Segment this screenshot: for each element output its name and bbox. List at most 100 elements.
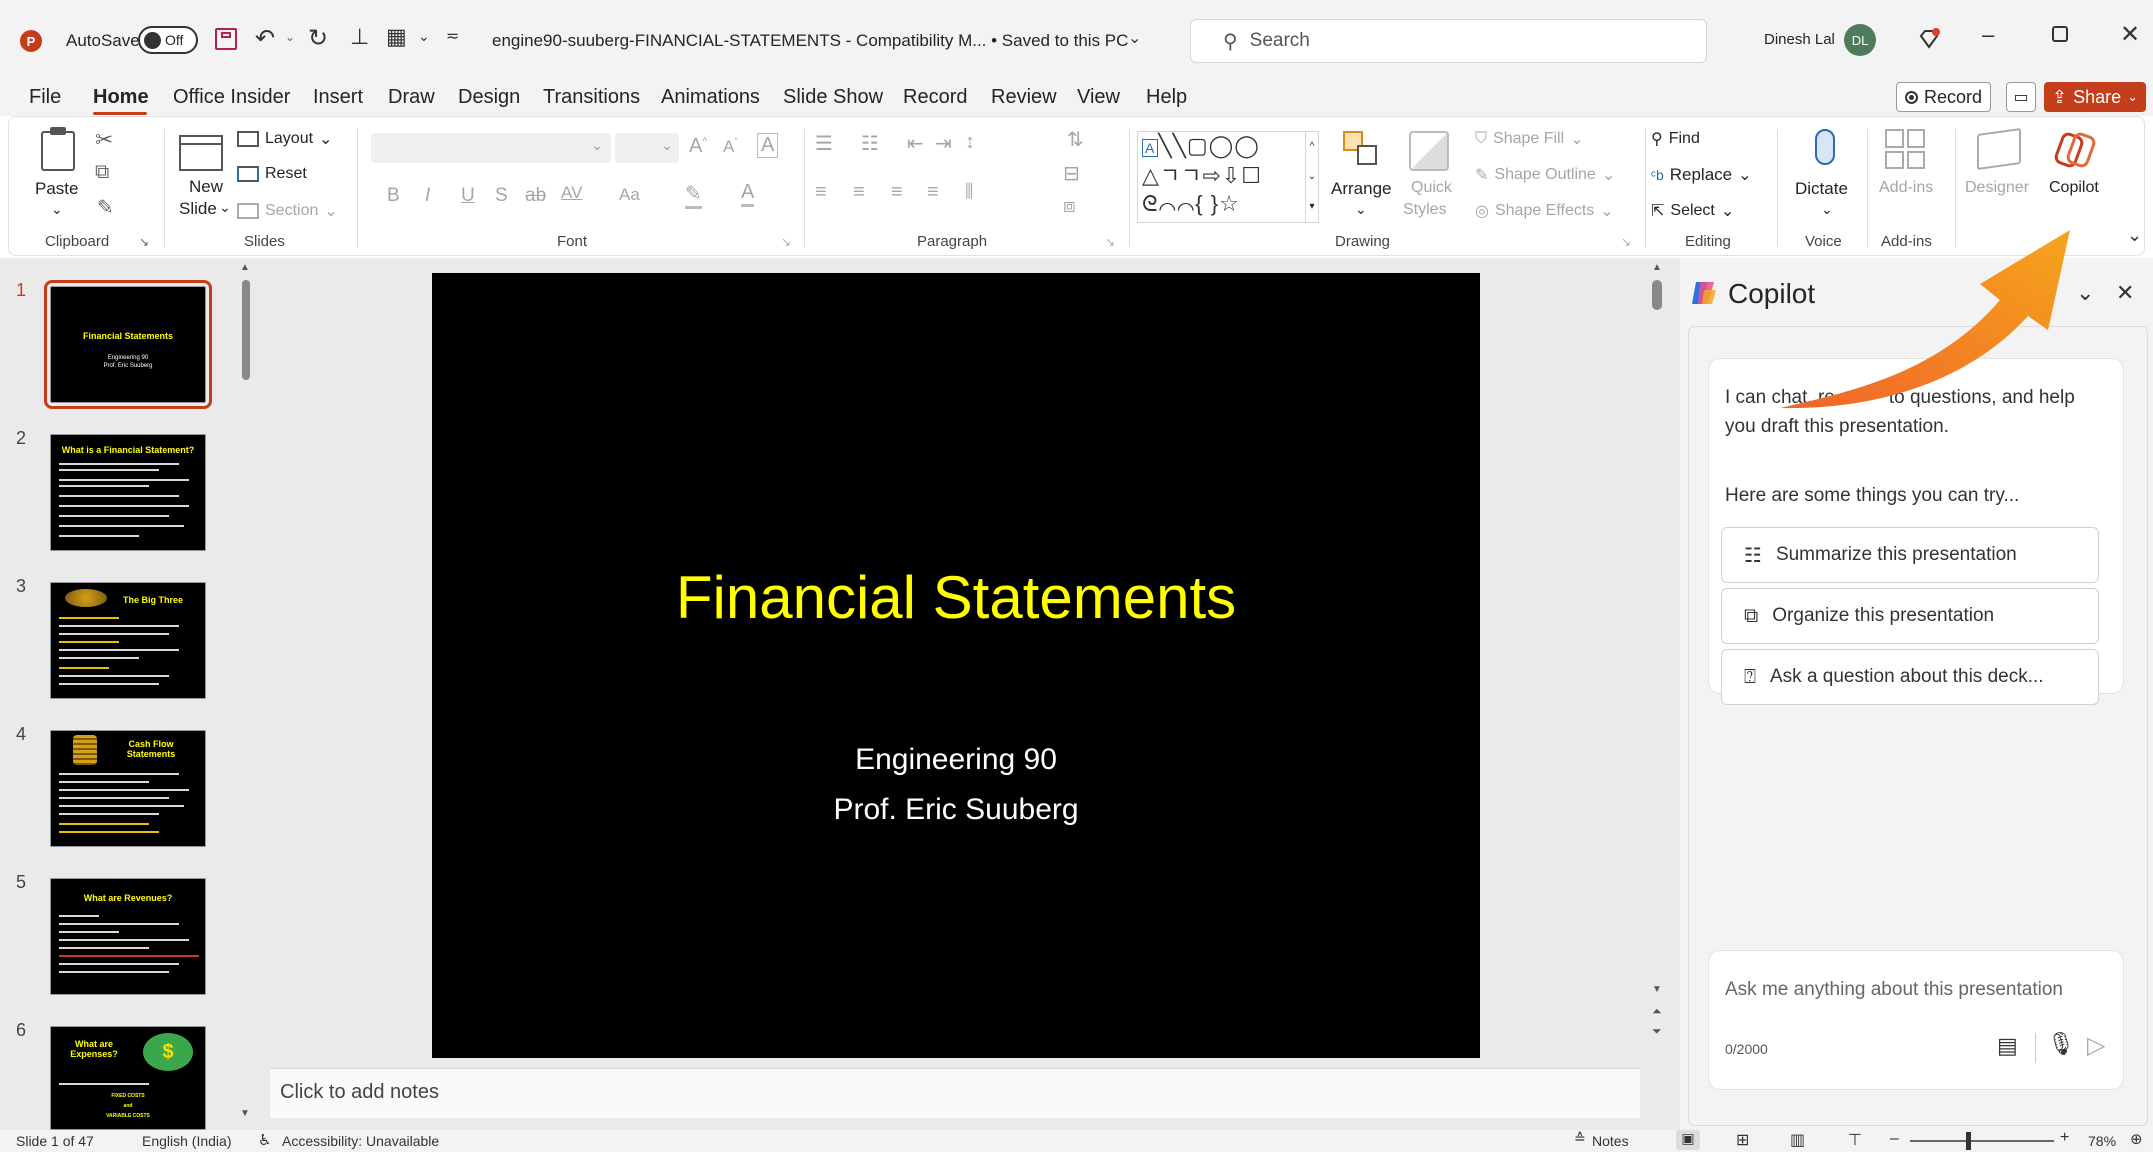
qat-dropdown-icon[interactable]: ⌄ <box>418 28 430 45</box>
strikethrough-icon[interactable]: ab <box>525 185 546 207</box>
quick-styles-label-2[interactable]: Styles <box>1403 201 1447 219</box>
addins-label[interactable]: Add-ins <box>1879 179 1933 197</box>
increase-indent-icon[interactable]: ⇥ <box>935 131 952 156</box>
thumbnail-slide-3[interactable]: The Big Three <box>50 582 206 699</box>
present-icon[interactable]: ⊥ <box>350 24 369 50</box>
reset-button[interactable]: Reset <box>237 165 307 183</box>
shape-effects-button[interactable]: ◎ Shape Effects ⌄ <box>1475 201 1614 221</box>
align-text-icon[interactable]: ⊟ <box>1063 161 1080 186</box>
record-button[interactable]: Record <box>1896 82 1992 112</box>
shape-outline-button[interactable]: ✎ Shape Outline ⌄ <box>1475 165 1615 185</box>
font-color-icon[interactable]: A <box>741 181 755 207</box>
minimize-icon[interactable]: – <box>1982 22 1994 48</box>
arrange-label[interactable]: Arrange <box>1331 179 1391 199</box>
title-chevron-icon[interactable]: ⌄ <box>1128 28 1141 48</box>
zoom-out-icon[interactable]: – <box>1890 1130 1899 1148</box>
highlight-icon[interactable]: ✎ <box>685 181 702 209</box>
bullets-icon[interactable]: ☰ <box>815 131 833 156</box>
normal-view-icon[interactable]: ▣ <box>1676 1130 1700 1150</box>
paste-label[interactable]: Paste <box>35 179 78 199</box>
ribbon-collapse-icon[interactable]: ⌄ <box>2127 225 2142 246</box>
cut-icon[interactable]: ✂ <box>95 127 113 153</box>
scroll-up-icon[interactable]: ▲ <box>240 262 250 273</box>
grow-font-icon[interactable]: A^ <box>689 135 707 158</box>
close-window-icon[interactable]: ✕ <box>2120 20 2140 49</box>
shape-fill-button[interactable]: ⛉ Shape Fill ⌄ <box>1475 129 1584 149</box>
document-title[interactable]: engine90-suuberg-FINANCIAL-STATEMENTS - … <box>492 31 1128 51</box>
copilot-ribbon-label[interactable]: Copilot <box>2049 179 2099 197</box>
align-center-icon[interactable]: ≡ <box>853 181 865 204</box>
copy-icon[interactable]: ⧉ <box>95 161 109 184</box>
new-slide-label-1[interactable]: New <box>189 177 223 197</box>
bold-icon[interactable]: B <box>387 185 400 207</box>
new-slide-chevron-icon[interactable]: ⌄ <box>219 199 231 216</box>
tab-draw[interactable]: Draw <box>388 86 435 109</box>
new-slide-icon[interactable] <box>179 135 223 171</box>
tab-view[interactable]: View <box>1077 86 1120 109</box>
notes-toggle[interactable]: Notes <box>1592 1133 1629 1149</box>
underline-icon[interactable]: U <box>461 185 475 207</box>
section-button[interactable]: Section ⌄ <box>237 201 338 221</box>
change-case-icon[interactable]: Aa <box>619 185 640 205</box>
paragraph-launcher-icon[interactable]: ↘ <box>1105 235 1115 249</box>
scroll-down-icon[interactable]: ▼ <box>1652 984 1662 995</box>
search-box[interactable]: ⚲ Search <box>1190 19 1707 63</box>
arrange-icon[interactable] <box>1343 131 1379 167</box>
tab-help[interactable]: Help <box>1146 86 1187 109</box>
slideshow-view-icon[interactable]: ⊤ <box>1848 1130 1862 1150</box>
tab-file[interactable]: File <box>29 86 61 109</box>
copilot-ribbon-icon[interactable] <box>2053 129 2097 171</box>
scroll-down-icon[interactable]: ▼ <box>240 1108 250 1119</box>
shapes-gallery[interactable]: A ╲╲▢◯◯ △ㄱㄱ⇨⇩☐ ᘓ⌒⌒{ }☆ <box>1137 131 1315 223</box>
fit-slide-icon[interactable]: ⊕ <box>2130 1130 2143 1148</box>
replace-button[interactable]: ᶜb Replace ⌄ <box>1651 165 1752 185</box>
tab-design[interactable]: Design <box>458 86 520 109</box>
clipboard-launcher-icon[interactable]: ↘ <box>139 235 149 249</box>
clear-format-icon[interactable]: A <box>757 133 779 158</box>
zoom-level[interactable]: 78% <box>2088 1133 2116 1149</box>
font-launcher-icon[interactable]: ↘ <box>781 235 791 249</box>
tab-animations[interactable]: Animations <box>661 86 760 109</box>
thumbnail-slide-4[interactable]: Cash Flow Statements <box>50 730 206 847</box>
next-slide-icon[interactable]: ⏷ <box>1652 1024 1662 1039</box>
slide-canvas[interactable]: Financial Statements Engineering 90 Prof… <box>432 273 1480 1058</box>
tab-record[interactable]: Record <box>903 86 967 109</box>
redo-icon[interactable]: ↻ <box>308 24 328 53</box>
new-slide-qat-icon[interactable]: ▦ <box>386 24 407 50</box>
slide-subtitle-2[interactable]: Prof. Eric Suuberg <box>432 793 1480 827</box>
font-name-box[interactable]: ⌄ <box>371 133 611 163</box>
tab-slide-show[interactable]: Slide Show <box>783 86 883 109</box>
align-right-icon[interactable]: ≡ <box>891 181 903 204</box>
arrange-chevron-icon[interactable]: ⌄ <box>1355 201 1367 218</box>
select-button[interactable]: ⇱ Select ⌄ <box>1651 201 1734 221</box>
scroll-up-icon[interactable]: ▲ <box>1652 262 1662 273</box>
designer-icon[interactable] <box>1977 127 2021 171</box>
suggestion-summarize[interactable]: ☷ Summarize this presentation <box>1721 527 2099 583</box>
undo-icon[interactable]: ↶ <box>255 24 275 53</box>
copilot-close-icon[interactable]: ✕ <box>2116 280 2134 306</box>
dictate-label[interactable]: Dictate <box>1795 179 1848 199</box>
columns-icon[interactable]: ⫼ <box>965 181 973 202</box>
notes-pane[interactable]: Click to add notes <box>270 1068 1640 1118</box>
tab-transitions[interactable]: Transitions <box>543 86 640 109</box>
scroll-thumb[interactable] <box>242 280 250 380</box>
shadow-icon[interactable]: S <box>495 185 508 207</box>
send-icon[interactable]: ▷ <box>2087 1031 2105 1060</box>
language[interactable]: English (India) <box>142 1133 232 1149</box>
prompt-guide-icon[interactable]: ▤ <box>1997 1033 2018 1059</box>
char-spacing-icon[interactable]: AV <box>561 183 582 203</box>
zoom-slider-thumb[interactable] <box>1966 1132 1971 1150</box>
slide-subtitle-1[interactable]: Engineering 90 <box>432 743 1480 777</box>
suggestion-organize[interactable]: ⧉ Organize this presentation <box>1721 588 2099 644</box>
microphone-input-icon[interactable]: 🎙 <box>2047 1031 2075 1057</box>
user-name[interactable]: Dinesh Lal <box>1764 31 1835 48</box>
slide-sorter-icon[interactable]: ⊞ <box>1736 1130 1749 1150</box>
avatar[interactable]: DL <box>1844 24 1876 56</box>
decrease-indent-icon[interactable]: ⇤ <box>907 131 924 156</box>
thumbnail-slide-6[interactable]: What are Expenses? $ FIXED COSTS and VAR… <box>50 1026 206 1130</box>
tab-review[interactable]: Review <box>991 86 1057 109</box>
italic-icon[interactable]: I <box>425 185 430 207</box>
paste-chevron-icon[interactable]: ⌄ <box>51 201 63 218</box>
suggestion-ask-question[interactable]: ⍰ Ask a question about this deck... <box>1721 649 2099 705</box>
justify-icon[interactable]: ≡ <box>927 181 939 204</box>
